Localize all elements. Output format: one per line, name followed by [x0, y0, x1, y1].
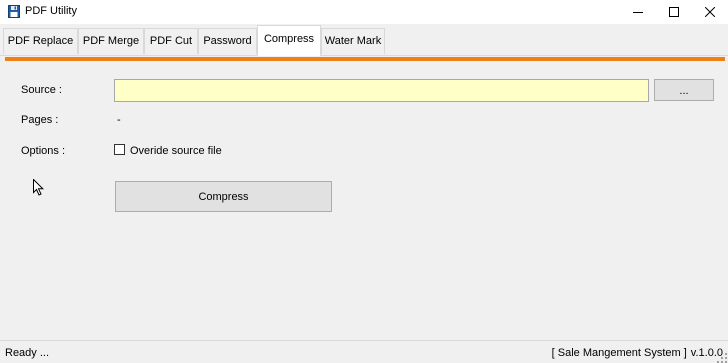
status-bar: Ready ... [ Sale Mangement System ] v.1.0… — [0, 340, 728, 363]
override-source-checkbox[interactable] — [114, 144, 125, 155]
compress-button[interactable]: Compress — [115, 181, 332, 212]
override-source-label[interactable]: Overide source file — [130, 145, 222, 157]
close-icon — [705, 7, 715, 17]
minimize-button[interactable] — [621, 0, 655, 24]
browse-button[interactable]: ... — [654, 79, 714, 101]
tab-water-mark[interactable]: Water Mark — [321, 28, 385, 54]
accent-bar — [5, 57, 725, 61]
source-input[interactable] — [114, 79, 649, 102]
minimize-icon — [633, 7, 643, 17]
app-window: PDF Utility PDF Replace PDF Merge PDF Cu… — [0, 0, 728, 363]
source-label: Source : — [21, 84, 62, 96]
status-text: Ready ... — [5, 347, 50, 359]
status-right: [ Sale Mangement System ] v.1.0.0 — [552, 347, 723, 359]
maximize-icon — [669, 7, 679, 17]
title-bar: PDF Utility — [0, 0, 728, 24]
pages-value: - — [117, 114, 121, 126]
maximize-button[interactable] — [657, 0, 691, 24]
close-button[interactable] — [693, 0, 727, 24]
pages-label: Pages : — [21, 114, 59, 126]
tab-password[interactable]: Password — [198, 28, 257, 54]
tab-pdf-cut[interactable]: PDF Cut — [144, 28, 198, 54]
tab-strip: PDF Replace PDF Merge PDF Cut Password C… — [0, 24, 728, 56]
mouse-pointer-icon — [33, 178, 45, 199]
tab-compress[interactable]: Compress — [257, 25, 321, 56]
resize-grip-icon[interactable] — [717, 353, 727, 363]
tab-pdf-merge[interactable]: PDF Merge — [78, 28, 144, 54]
system-name: [ Sale Mangement System ] — [551, 347, 687, 359]
options-label: Options : — [21, 145, 66, 157]
window-title: PDF Utility — [25, 5, 77, 17]
tab-pdf-replace[interactable]: PDF Replace — [3, 28, 78, 54]
floppy-disk-icon — [8, 5, 20, 18]
